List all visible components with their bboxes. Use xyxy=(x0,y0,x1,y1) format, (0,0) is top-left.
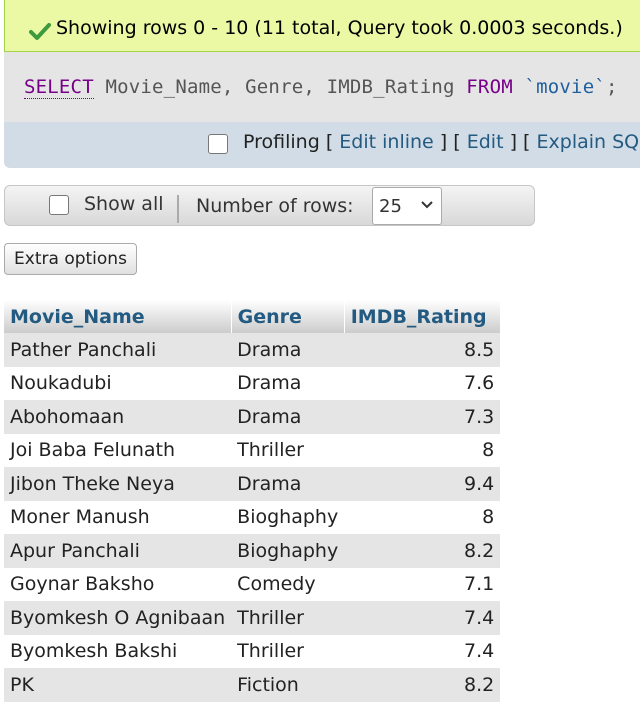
cell-genre: Thriller xyxy=(231,433,345,467)
cell-imdb-rating: 8.2 xyxy=(344,668,501,702)
cell-movie-name: Byomkesh O Agnibaan xyxy=(4,601,232,635)
bracket: [ xyxy=(325,131,334,153)
explain-sql-link[interactable]: Explain SQL xyxy=(537,131,640,153)
table-row: Apur Panchali Bioghaphy 8.2 xyxy=(4,534,501,568)
cell-movie-name: Pather Panchali xyxy=(4,333,232,367)
cell-imdb-rating: 7.1 xyxy=(344,567,501,601)
table-row: Noukadubi Drama 7.6 xyxy=(4,366,501,400)
cell-genre: Drama xyxy=(231,400,345,434)
number-of-rows-label: Number of rows: xyxy=(196,195,354,217)
navigation-bar: Show all Number of rows: 25 xyxy=(4,185,535,226)
edit-link[interactable]: Edit xyxy=(467,131,504,153)
table-row: Pather Panchali Drama 8.5 xyxy=(4,333,501,367)
cell-imdb-rating: 7.4 xyxy=(344,601,501,635)
bracket: [ xyxy=(523,131,531,153)
bracket: [ xyxy=(453,131,461,153)
sql-tools-links: Profiling [ Edit inline ] [ Edit ] [ Exp… xyxy=(243,131,640,153)
cell-movie-name: Noukadubi xyxy=(4,366,232,400)
rows-per-page-select[interactable]: 25 xyxy=(372,187,442,225)
bracket: ] xyxy=(439,131,448,153)
success-message-box: Showing rows 0 - 10 (11 total, Query too… xyxy=(4,0,640,52)
table-row: PK Fiction 8.2 xyxy=(4,668,501,702)
edit-inline-link[interactable]: Edit inline xyxy=(339,131,433,153)
table-row: Byomkesh Bakshi Thriller 7.4 xyxy=(4,634,501,668)
profiling-label: Profiling xyxy=(243,131,320,153)
profiling-checkbox[interactable] xyxy=(208,134,228,154)
cell-movie-name: Joi Baba Felunath xyxy=(4,433,232,467)
cell-imdb-rating: 7.3 xyxy=(344,400,501,434)
cell-genre: Bioghaphy xyxy=(231,500,345,534)
table-header-row: Movie_Name Genre IMDB_Rating xyxy=(4,300,501,333)
table-row: Goynar Baksho Comedy 7.1 xyxy=(4,567,501,601)
table-row: Byomkesh O Agnibaan Thriller 7.4 xyxy=(4,601,501,635)
sql-from-keyword: FROM xyxy=(466,76,513,98)
sql-columns: Movie_Name, Genre, IMDB_Rating xyxy=(105,76,455,98)
cell-movie-name: Apur Panchali xyxy=(4,534,232,568)
cell-imdb-rating: 8.2 xyxy=(344,534,501,568)
cell-imdb-rating: 7.6 xyxy=(344,366,501,400)
table-row: Moner Manush Bioghaphy 8 xyxy=(4,500,501,534)
table-row: Joi Baba Felunath Thriller 8 xyxy=(4,433,501,467)
sql-terminator: ; xyxy=(605,76,618,98)
cell-genre: Thriller xyxy=(231,601,345,635)
cell-movie-name: Abohomaan xyxy=(4,400,232,434)
show-all-label[interactable]: Show all xyxy=(84,193,164,215)
divider xyxy=(177,195,179,223)
cell-imdb-rating: 8 xyxy=(344,433,501,467)
cell-imdb-rating: 9.4 xyxy=(344,467,501,501)
chevron-down-icon xyxy=(421,201,433,209)
cell-genre: Bioghaphy xyxy=(231,534,345,568)
column-header-movie-name[interactable]: Movie_Name xyxy=(4,300,232,333)
column-header-imdb-rating[interactable]: IMDB_Rating xyxy=(344,300,501,333)
cell-movie-name: Moner Manush xyxy=(4,500,232,534)
rows-per-page-value: 25 xyxy=(379,196,402,217)
show-all-checkbox[interactable] xyxy=(49,195,69,215)
bracket: ] xyxy=(509,131,517,153)
sql-query-box: SELECT Movie_Name, Genre, IMDB_Rating FR… xyxy=(4,52,640,122)
cell-genre: Fiction xyxy=(231,668,345,702)
cell-genre: Thriller xyxy=(231,634,345,668)
sql-query: SELECT Movie_Name, Genre, IMDB_Rating FR… xyxy=(24,76,618,99)
cell-genre: Drama xyxy=(231,467,345,501)
sql-select-keyword[interactable]: SELECT xyxy=(24,76,94,99)
extra-options-button[interactable]: Extra options xyxy=(4,243,137,275)
cell-imdb-rating: 8.5 xyxy=(344,333,501,367)
cell-movie-name: Goynar Baksho xyxy=(4,567,232,601)
cell-imdb-rating: 7.4 xyxy=(344,634,501,668)
sql-table-name: `movie` xyxy=(524,76,606,98)
table-row: Jibon Theke Neya Drama 9.4 xyxy=(4,467,501,501)
cell-movie-name: Jibon Theke Neya xyxy=(4,467,232,501)
results-table: Movie_Name Genre IMDB_Rating Pather Panc… xyxy=(4,300,501,702)
cell-genre: Drama xyxy=(231,366,345,400)
success-message: Showing rows 0 - 10 (11 total, Query too… xyxy=(56,17,623,39)
cell-imdb-rating: 8 xyxy=(344,500,501,534)
checkmark-icon xyxy=(29,23,51,40)
cell-genre: Drama xyxy=(231,333,345,367)
cell-movie-name: PK xyxy=(4,668,232,702)
sql-tools-bar: Profiling [ Edit inline ] [ Edit ] [ Exp… xyxy=(4,122,640,168)
cell-genre: Comedy xyxy=(231,567,345,601)
column-header-genre[interactable]: Genre xyxy=(231,300,345,333)
table-row: Abohomaan Drama 7.3 xyxy=(4,400,501,434)
cell-movie-name: Byomkesh Bakshi xyxy=(4,634,232,668)
